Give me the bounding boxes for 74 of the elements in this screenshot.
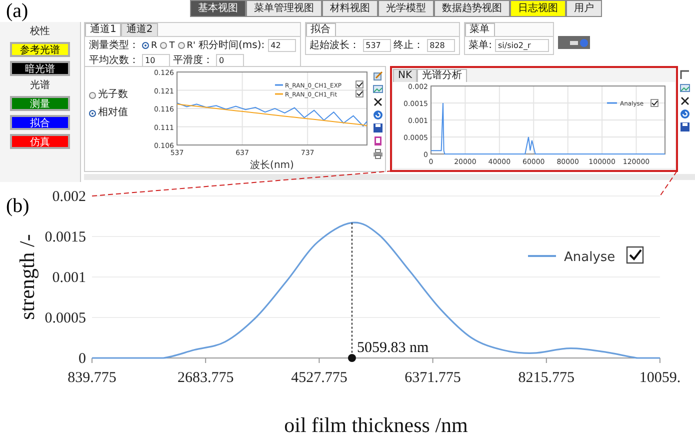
image-icon[interactable] — [373, 84, 383, 94]
document-icon[interactable] — [373, 136, 383, 146]
image-icon[interactable] — [680, 83, 690, 93]
tick-label: 10059. — [639, 370, 681, 386]
group-title: 菜单 — [464, 23, 495, 36]
sidebar-button[interactable]: 测量 — [10, 96, 70, 111]
input-field[interactable]: 828 — [426, 39, 455, 52]
checkbox[interactable] — [626, 246, 644, 264]
checkbox[interactable] — [356, 80, 364, 88]
refresh-icon[interactable] — [680, 109, 690, 119]
radio-option[interactable]: T — [160, 40, 175, 52]
nav-tab[interactable]: 数据趋势视图 — [434, 0, 510, 17]
input-field[interactable]: 42 — [268, 39, 296, 52]
control-widget[interactable] — [558, 36, 590, 49]
nav-tab[interactable]: 基本视图 — [190, 0, 246, 17]
field-label: 测量类型： — [89, 40, 139, 52]
close-icon[interactable] — [373, 97, 383, 107]
input-field[interactable]: 537 — [362, 39, 391, 52]
input-field[interactable]: si/sio2_r — [495, 39, 549, 52]
nav-tab[interactable]: 菜单管理视图 — [246, 0, 322, 17]
section-title: 校性 — [30, 26, 50, 38]
nav-tab[interactable]: 用户 — [566, 0, 602, 17]
checkbox[interactable] — [650, 99, 658, 107]
sidebar-button[interactable]: 参考光谱 — [10, 42, 70, 57]
corner-icon[interactable] — [680, 70, 690, 80]
input-field[interactable]: 10 — [142, 54, 170, 67]
field-label: 菜单: — [468, 40, 492, 52]
close-icon[interactable] — [680, 96, 690, 106]
axis-title: strength /- — [15, 234, 39, 320]
tick-label: 0.0005 — [44, 310, 86, 326]
nav-tab[interactable]: 日志视图 — [510, 0, 566, 17]
tick-label: 2683.775 — [177, 370, 234, 386]
analysis-tab[interactable]: 光谱分析 — [417, 69, 468, 82]
checkbox[interactable] — [356, 90, 364, 98]
tick-label: 6371.775 — [404, 370, 461, 386]
save-icon[interactable] — [680, 122, 690, 132]
field-label: 终止： — [394, 40, 424, 52]
axis-title: oil film thickness /nm — [284, 413, 468, 437]
nav-tab[interactable]: 材料视图 — [322, 0, 378, 17]
field-label: 平滑度： — [173, 54, 213, 66]
field-label: 起始波长： — [310, 40, 360, 52]
radio-option[interactable]: R — [142, 40, 158, 52]
group-title: 拟合 — [306, 23, 336, 36]
channel-tab[interactable]: 通道1 — [85, 23, 122, 36]
sidebar-button[interactable]: 拟合 — [10, 115, 70, 130]
legend-label: Analyse — [564, 250, 616, 265]
tick-label: 0.002 — [52, 189, 86, 205]
tick-label: 0 — [78, 351, 86, 367]
tick-label: 8215.775 — [518, 370, 575, 386]
radio-option[interactable]: 相对值 — [89, 107, 141, 119]
refresh-icon[interactable] — [373, 110, 383, 120]
figure-label: (b) — [6, 195, 30, 217]
radio-option[interactable]: R' — [178, 40, 196, 52]
annotation-label: 5059.83 nm — [356, 340, 429, 356]
field-label: 平均次数： — [89, 54, 139, 66]
pencil-icon[interactable] — [373, 71, 383, 81]
tick-label: 839.775 — [68, 370, 116, 386]
section-title: 光谱 — [30, 80, 50, 92]
save-icon[interactable] — [373, 123, 383, 133]
analysis-tab[interactable]: NK — [393, 69, 418, 82]
radio-option[interactable]: 光子数 — [89, 89, 141, 101]
sidebar-button[interactable]: 暗光谱 — [10, 61, 70, 76]
marker-dot — [348, 354, 356, 362]
nav-tab[interactable]: 光学模型 — [378, 0, 434, 17]
channel-tab[interactable]: 通道2 — [121, 23, 158, 36]
input-field[interactable]: 0 — [216, 54, 244, 67]
tick-label: 0.0015 — [44, 230, 86, 246]
printer-icon[interactable] — [373, 149, 383, 159]
tick-label: 0.001 — [52, 270, 86, 286]
field-label: 积分时间(ms): — [198, 40, 265, 52]
axis-title: 波长(nm) — [250, 160, 294, 171]
sidebar-button[interactable]: 仿真 — [10, 134, 70, 149]
figure-label: (a) — [5, 0, 30, 22]
tick-label: 4527.775 — [291, 370, 348, 386]
